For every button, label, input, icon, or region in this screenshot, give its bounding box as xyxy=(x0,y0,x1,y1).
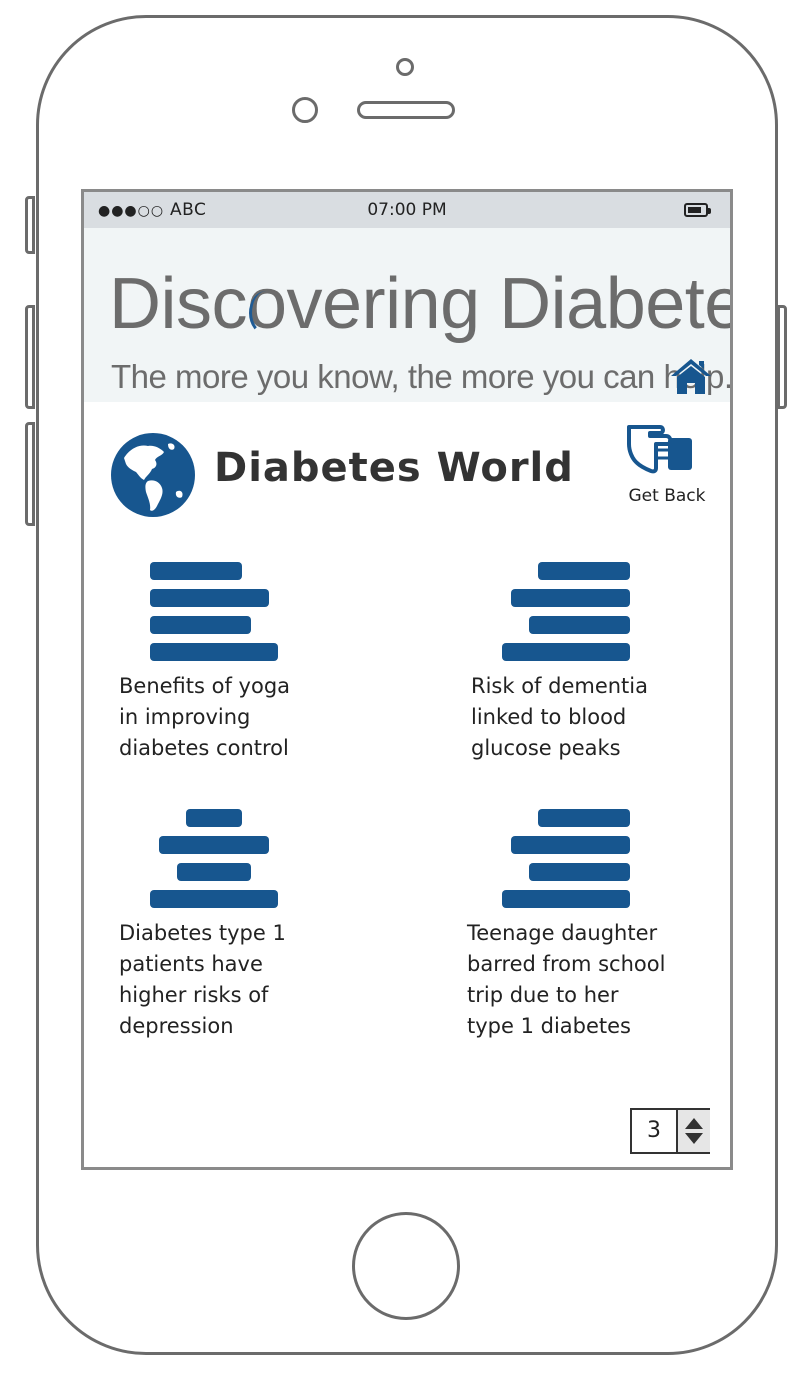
article-title-line: barred from school xyxy=(467,952,666,976)
status-time: 07:00 PM xyxy=(367,200,447,220)
article-card-depression[interactable]: Diabetes type 1 patients have higher ris… xyxy=(114,809,344,1049)
article-title-line: type 1 diabetes xyxy=(467,1014,632,1038)
page-stepper-value[interactable]: 3 xyxy=(632,1110,676,1152)
stepper-up-icon[interactable] xyxy=(685,1118,703,1129)
article-title-line: depression xyxy=(119,1014,234,1038)
mute-switch xyxy=(25,196,35,254)
app-tagline: The more you know, the more you can help… xyxy=(111,358,733,395)
app-title: Discovering Diabetes xyxy=(109,264,733,344)
page-stepper[interactable]: 3 xyxy=(630,1108,710,1154)
header-banner: Discovering Diabetes The more you know, … xyxy=(84,228,730,402)
stepper-arrows-icon[interactable] xyxy=(676,1110,710,1152)
article-card-dementia[interactable]: Risk of dementia linked to blood glucose… xyxy=(466,562,706,772)
pointing-hand-icon xyxy=(627,425,692,474)
article-title-line: trip due to her xyxy=(467,983,619,1007)
status-bar: ●●●○○ ABC 07:00 PM xyxy=(84,192,730,228)
proximity-sensor xyxy=(292,97,318,123)
article-title-line: diabetes control xyxy=(119,736,289,760)
stepper-down-icon[interactable] xyxy=(685,1133,703,1144)
phone-home-button[interactable] xyxy=(352,1212,460,1320)
get-back-label: Get Back xyxy=(628,486,706,506)
article-title-line: Diabetes type 1 xyxy=(119,921,286,945)
article-card-school-trip[interactable]: Teenage daughter barred from school trip… xyxy=(466,809,716,1049)
home-icon[interactable] xyxy=(670,357,712,395)
screen: ●●●○○ ABC 07:00 PM Discovering Diabetes … xyxy=(81,189,733,1170)
article-title-line: linked to blood xyxy=(471,705,627,729)
article-card-yoga[interactable]: Benefits of yoga in improving diabetes c… xyxy=(114,562,344,772)
earpiece-speaker xyxy=(357,101,455,119)
article-title-line: Risk of dementia xyxy=(471,674,648,698)
globe-icon xyxy=(111,433,195,517)
article-title-line: glucose peaks xyxy=(471,736,621,760)
front-camera xyxy=(396,58,414,76)
volume-down-button xyxy=(25,422,35,526)
article-title-line: higher risks of xyxy=(119,983,269,1007)
volume-up-button xyxy=(25,305,35,409)
battery-icon xyxy=(684,203,711,217)
article-title-line: Teenage daughter xyxy=(467,921,658,945)
section-title: Diabetes World xyxy=(214,445,574,491)
power-button xyxy=(777,305,787,409)
article-title-line: patients have xyxy=(119,952,263,976)
article-title-line: Benefits of yoga xyxy=(119,674,291,698)
article-title-line: in improving xyxy=(119,705,251,729)
